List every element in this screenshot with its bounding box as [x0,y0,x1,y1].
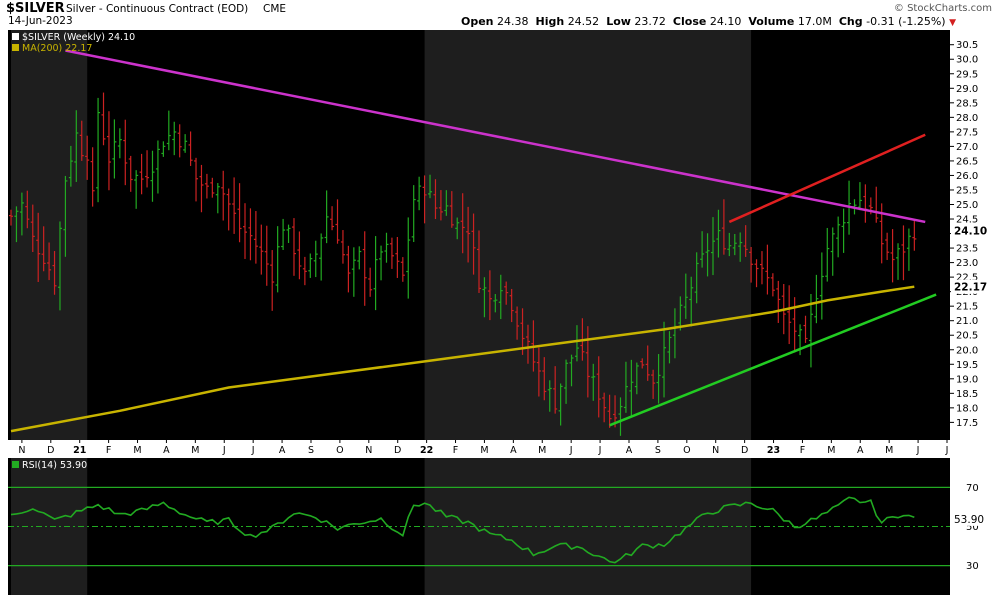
price-y-tick-label: 18.0 [956,403,978,414]
price-y-tick-label: 27.5 [956,127,978,138]
legend-label: MA(200) 22.17 [22,43,92,54]
price-x-tick-label: M [480,445,488,456]
price-x-tick-label: M [133,445,141,456]
price-y-tick-label: 21.5 [956,302,978,313]
price-x-tick-label: 21 [73,445,86,456]
price-y-tick-label: 20.5 [956,331,978,342]
price-x-tick-label: A [626,445,633,456]
price-y-tick-label: 30.5 [956,40,978,51]
price-y-tick-label: 23.5 [956,244,978,255]
chart-canvas: 30.5 30.0 29.5 29.0 28.5 28.0 27.5 27.0 26.5 26.0… [8,30,991,595]
price-y-tick-label: 18.5 [956,389,978,400]
price-y-tick-label: 17.5 [956,418,978,429]
price-y-tick-label: 26.0 [956,171,978,182]
price-y-tick-label: 29.0 [956,84,978,95]
price-y-tick-label: 30.0 [956,55,978,66]
price-x-tick-label: M [885,445,893,456]
rsi-legend-swatch [12,461,19,468]
price-x-tick-label: 23 [767,445,780,456]
price-x-tick-label: S [655,445,661,456]
price-x-tick-label: M [827,445,835,456]
price-y-tick-label: 29.5 [956,69,978,80]
ma-price-tag: 22.17 [954,282,987,294]
price-x-tick-label: A [857,445,864,456]
price-x-tick-label: J [598,445,602,456]
rsi-y-tick-label: 30 [966,561,979,572]
price-x-tick-label: D [394,445,401,456]
rsi-last-tag: 53.90 [954,514,984,526]
price-x-tick-label: J [916,445,920,456]
price-x-tick-label: M [538,445,546,456]
price-x-tick-label: N [712,445,719,456]
price-x-tick-label: J [251,445,255,456]
price-x-tick-label: J [222,445,226,456]
price-x-tick-label: O [336,445,343,456]
price-y-tick-label: 25.5 [956,185,978,196]
price-y-tick-label: 25.0 [956,200,978,211]
price-y-tick-label: 19.5 [956,360,978,371]
price-x-tick-label: D [47,445,54,456]
price-x-tick-label: J [569,445,573,456]
price-y-tick-label: 28.0 [956,113,978,124]
price-x-tick-label: N [18,445,25,456]
price-y-tick-label: 27.0 [956,142,978,153]
price-y-tick-label: 28.5 [956,98,978,109]
rsi-y-tick-label: 70 [966,483,979,494]
price-y-tick-label: 20.0 [956,345,978,356]
legend-swatch [12,44,19,51]
rsi-legend-label: RSI(14) 53.90 [22,460,87,471]
price-y-tick-label: 21.0 [956,316,978,327]
price-x-tick-label: A [279,445,286,456]
price-x-tick-label: S [308,445,314,456]
price-x-tick-label: M [191,445,199,456]
price-x-tick-label: A [163,445,170,456]
price-y-tick-label: 26.5 [956,156,978,167]
legend-swatch [12,33,19,40]
price-x-tick-label: O [683,445,690,456]
last-price-tag: 24.10 [954,226,987,238]
price-x-tick-label: N [365,445,372,456]
price-x-tick-label: D [741,445,748,456]
price-x-tick-label: F [453,445,458,456]
price-x-tick-label: F [106,445,111,456]
price-x-tick-label: A [510,445,517,456]
price-x-tick-label: J [945,445,949,456]
price-y-tick-label: 19.0 [956,374,978,385]
price-y-tick-label: 23.0 [956,258,978,269]
price-x-tick-label: F [800,445,805,456]
price-x-tick-label: 22 [420,445,433,456]
legend-label: $SILVER (Weekly) 24.10 [22,32,135,43]
